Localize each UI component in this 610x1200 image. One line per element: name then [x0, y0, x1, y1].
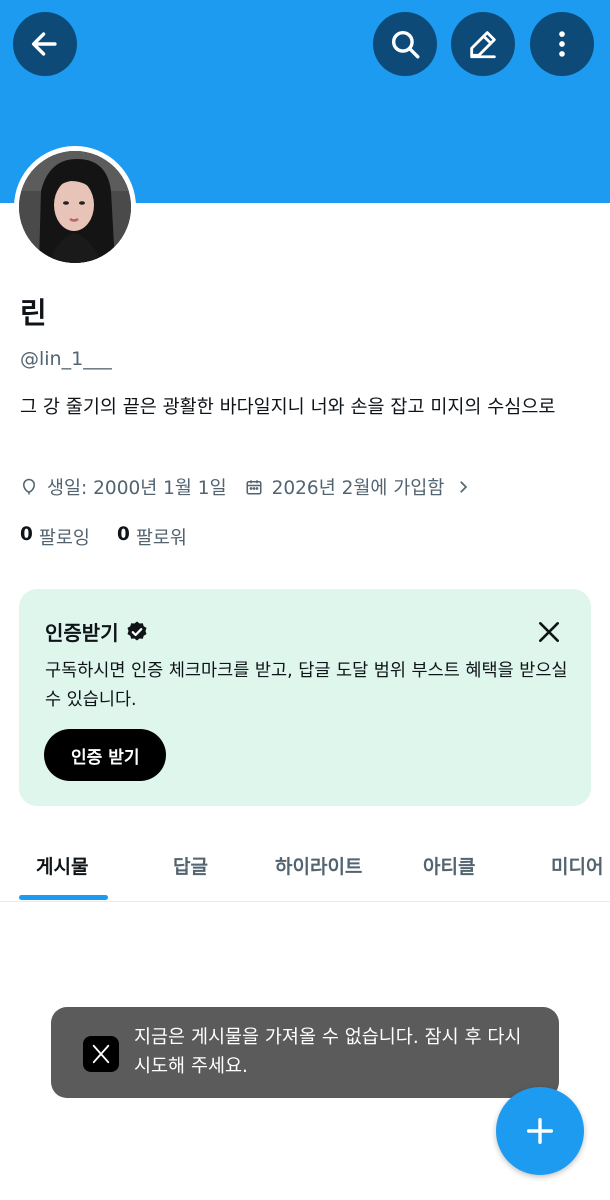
profile-meta: 생일: 2000년 1월 1일 2026년 2월에 가입함: [20, 474, 472, 500]
compose-button[interactable]: [496, 1087, 584, 1175]
tab-posts[interactable]: 게시물: [36, 852, 88, 879]
followers-count: 0: [116, 524, 130, 545]
following-link[interactable]: 0 팔로잉: [20, 524, 90, 550]
birthday-text: 생일: 2000년 1월 1일: [47, 478, 227, 499]
tab-highlights[interactable]: 하이라이트: [275, 852, 362, 879]
search-button[interactable]: [373, 12, 437, 76]
plus-icon: [526, 1117, 554, 1145]
close-icon[interactable]: [536, 619, 562, 645]
avatar[interactable]: [14, 146, 136, 268]
get-verified-button[interactable]: 인증 받기: [44, 729, 167, 781]
verification-card: 인증받기 구독하시면 인증 체크마크를 받고, 답글 도달 범위 부스트 혜택을…: [19, 589, 591, 806]
error-toast: 지금은 게시물을 가져올 수 없습니다. 잠시 후 다시 시도해 주세요.: [51, 1007, 559, 1098]
profile-bio: 그 강 줄기의 끝은 광활한 바다일지니 너와 손을 잡고 미지의 수심으로: [20, 397, 556, 418]
edit-button[interactable]: [451, 12, 515, 76]
following-label: 팔로잉: [38, 528, 90, 549]
balloon-icon: [22, 478, 36, 495]
joined-item[interactable]: 2026년 2월에 가입함: [245, 474, 473, 500]
x-logo-icon: [83, 1036, 119, 1072]
joined-text: 2026년 2월에 가입함: [271, 478, 445, 499]
toast-message: 지금은 게시물을 가져올 수 없습니다. 잠시 후 다시 시도해 주세요.: [134, 1027, 522, 1077]
verification-title: 인증받기: [45, 621, 119, 645]
more-options-button[interactable]: [530, 12, 594, 76]
verification-description: 구독하시면 인증 체크마크를 받고, 답글 도달 범위 부스트 혜택을 받으실 …: [45, 661, 568, 710]
avatar-photo: [19, 151, 131, 263]
tab-replies[interactable]: 답글: [173, 852, 208, 879]
active-tab-indicator: [19, 895, 108, 900]
birthday-item: 생일: 2000년 1월 1일: [20, 474, 227, 500]
followers-label: 팔로워: [135, 528, 187, 549]
following-count: 0: [20, 524, 33, 545]
calendar-icon: [246, 480, 262, 495]
search-icon: [391, 30, 420, 59]
chevron-right-icon: [460, 481, 468, 493]
tab-media[interactable]: 미디어: [551, 852, 603, 879]
pencil-icon: [470, 31, 496, 59]
more-vertical-icon: [559, 31, 565, 57]
tab-articles[interactable]: 아티클: [423, 852, 475, 879]
arrow-left-icon: [31, 32, 57, 56]
profile-name: 린: [20, 296, 47, 330]
profile-handle: @lin_1___: [20, 348, 112, 370]
back-button[interactable]: [13, 12, 77, 76]
followers-link[interactable]: 0 팔로워: [117, 524, 187, 550]
profile-tabs: 게시물 답글 하이라이트 아티클 미디어: [0, 826, 610, 902]
verified-badge-icon: [127, 621, 147, 640]
follow-stats: 0 팔로잉 0 팔로워: [20, 524, 187, 550]
